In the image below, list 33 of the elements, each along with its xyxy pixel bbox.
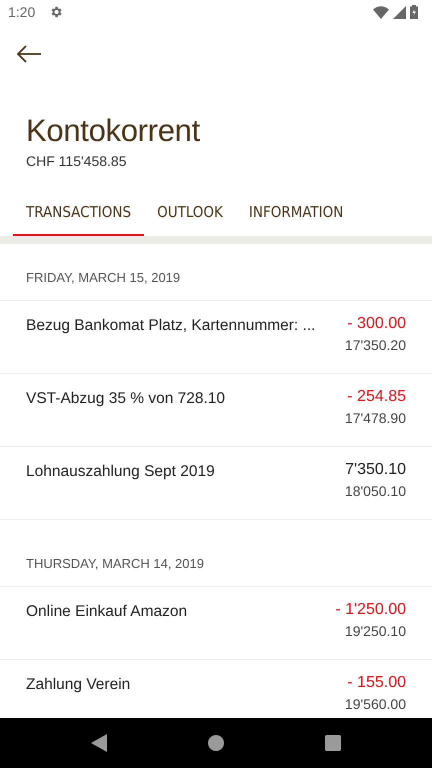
transaction-row[interactable]: Online Einkauf Amazon - 1'250.00 19'250.10 — [0, 587, 432, 660]
transaction-amount: - 1'250.00 — [335, 601, 406, 619]
transaction-row[interactable]: Bezug Bankomat Platz, Kartennummer: ... - 300.00 17'350.20 — [0, 301, 432, 374]
running-balance: 18'050.10 — [344, 483, 406, 499]
transaction-amount: 7'350.10 — [345, 461, 406, 479]
home-nav-icon[interactable] — [208, 735, 224, 751]
transaction-amount: - 300.00 — [347, 315, 406, 333]
transaction-amount: - 155.00 — [347, 674, 406, 692]
running-balance: 19'560.00 — [344, 696, 406, 712]
running-balance: 17'350.20 — [344, 337, 406, 353]
transaction-description: Bezug Bankomat Platz, Kartennummer: ... — [26, 316, 316, 336]
back-nav-icon[interactable] — [90, 734, 107, 752]
transaction-row[interactable]: Lohnauszahlung Sept 2019 7'350.10 18'050.10 — [0, 447, 432, 520]
transaction-row[interactable]: VST-Abzug 35 % von 728.10 - 254.85 17'478.90 — [0, 374, 432, 447]
transaction-description: Online Einkauf Amazon — [26, 602, 188, 622]
running-balance: 19'250.10 — [344, 623, 406, 639]
running-balance: 17'478.90 — [344, 410, 406, 426]
status-time: 1:20 — [8, 4, 36, 20]
transaction-description: Lohnauszahlung Sept 2019 — [26, 462, 215, 482]
tab[interactable]: OUTLOOK — [144, 191, 236, 236]
transaction-amount: - 254.85 — [347, 388, 406, 406]
transaction-description: Zahlung Verein — [26, 675, 130, 695]
settings-icon — [49, 5, 64, 19]
transaction-description: VST-Abzug 35 % von 728.10 — [26, 389, 226, 409]
recents-nav-icon[interactable] — [325, 735, 342, 751]
date-header: THURSDAY, MARCH 14, 2019 — [0, 530, 432, 587]
wifi-icon — [373, 6, 389, 18]
tab[interactable]: INFORMATION — [236, 191, 356, 236]
signal-icon — [393, 6, 406, 18]
account-title: Kontokorrent — [26, 112, 201, 150]
account-balance: CHF 115'458.85 — [26, 153, 128, 169]
battery-icon — [410, 5, 418, 19]
date-header: FRIDAY, MARCH 15, 2019 — [0, 244, 432, 301]
